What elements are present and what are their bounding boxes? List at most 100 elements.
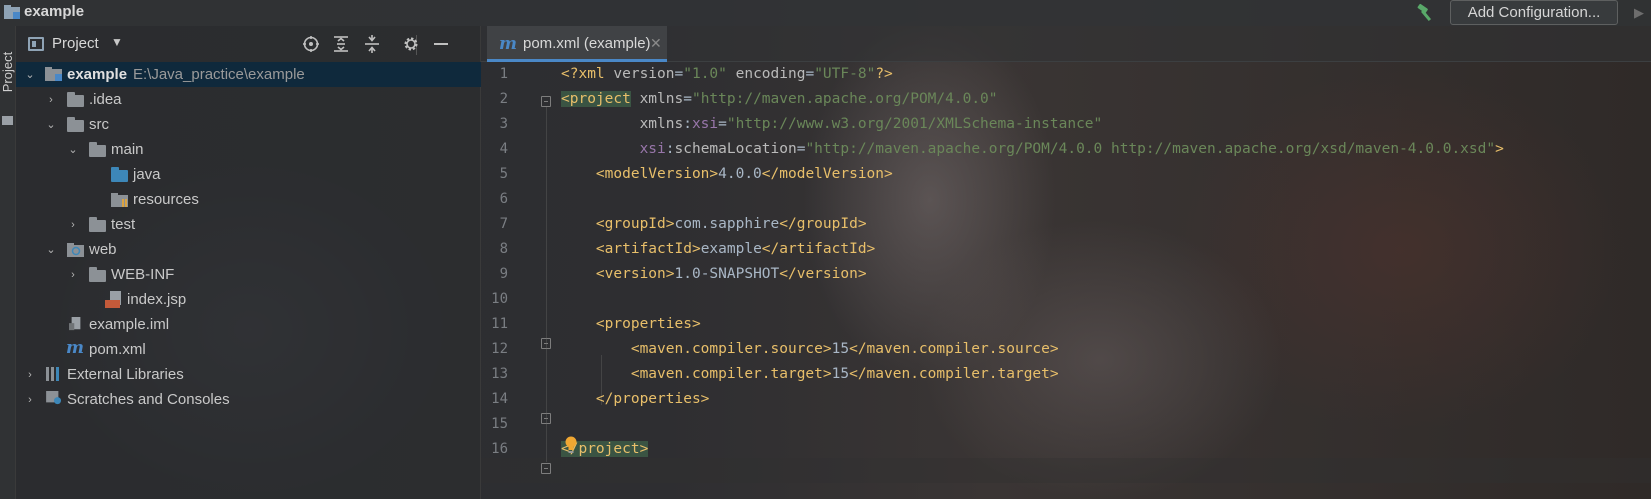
locate-icon[interactable]: [302, 35, 320, 53]
folder-icon: [89, 217, 106, 232]
maven-file-icon: m: [66, 338, 84, 358]
tree-item-label: src: [89, 116, 109, 133]
code-line-12: <maven.compiler.source>15</maven.compile…: [561, 341, 1059, 357]
code-line-5: <modelVersion>4.0.0</modelVersion>: [561, 166, 893, 182]
fold-marker-icon[interactable]: [541, 96, 551, 107]
tree-item-label: example: [67, 66, 128, 83]
intention-bulb-icon[interactable]: [564, 436, 578, 454]
navigation-bar: example Add Configuration... ▶: [0, 0, 1651, 26]
code-line-3: xmlns:xsi="http://www.w3.org/2001/XMLSch…: [561, 116, 1103, 132]
line-number: 2: [499, 91, 508, 107]
structure-icon[interactable]: [2, 116, 13, 125]
tree-item-label: test: [111, 216, 136, 233]
add-configuration-button[interactable]: Add Configuration...: [1450, 0, 1618, 25]
line-number: 5: [499, 166, 508, 182]
tree-item-label: pom.xml: [89, 341, 146, 358]
build-hammer-icon[interactable]: [1416, 3, 1436, 23]
tree-item-label: Scratches and Consoles: [67, 391, 230, 408]
folder-icon: [89, 267, 106, 282]
folder-icon: [89, 142, 106, 157]
line-number: 3: [499, 116, 508, 132]
line-number: 12: [491, 341, 508, 357]
tab-pom-xml[interactable]: m pom.xml (example) ✕: [487, 26, 667, 62]
line-number: 4: [499, 141, 508, 157]
gear-icon[interactable]: [402, 35, 420, 53]
minimize-icon[interactable]: [432, 35, 450, 53]
tree-item-label: .idea: [89, 91, 122, 108]
tree-item-idea[interactable]: › .idea: [16, 87, 481, 112]
line-number: 9: [499, 266, 508, 282]
chevron-right-icon[interactable]: ›: [24, 394, 36, 406]
ide-window: example Add Configuration... ▶ Project P…: [0, 0, 1651, 499]
run-icon[interactable]: ▶: [1634, 5, 1646, 21]
tree-item-src[interactable]: ⌄ src: [16, 112, 481, 137]
tree-item-label: WEB-INF: [111, 266, 175, 283]
source-folder-icon: [111, 167, 128, 182]
code-line-2: <project xmlns="http://maven.apache.org/…: [561, 91, 998, 107]
chevron-down-icon[interactable]: ⌄: [45, 244, 57, 256]
tree-item-pom-xml[interactable]: m pom.xml: [16, 337, 481, 362]
tree-item-example[interactable]: ⌄ example E:\Java_practice\example: [16, 62, 481, 87]
tree-item-test[interactable]: › test: [16, 212, 481, 237]
tree-item-web-inf[interactable]: › WEB-INF: [16, 262, 481, 287]
tree-item-external-libraries[interactable]: › External Libraries: [16, 362, 481, 387]
line-number: 7: [499, 216, 508, 232]
web-folder-icon: [67, 243, 84, 257]
line-number: 8: [499, 241, 508, 257]
code-line-13: <maven.compiler.target>15</maven.compile…: [561, 366, 1059, 382]
chevron-right-icon[interactable]: ›: [24, 369, 36, 381]
tree-item-java[interactable]: java: [16, 162, 481, 187]
project-folder-icon: [4, 5, 20, 19]
tab-label: pom.xml (example): [523, 35, 651, 52]
tree-item-index-jsp[interactable]: index.jsp: [16, 287, 481, 312]
project-panel: Project ▼ ⌄ example E:\Java_practice\exa…: [16, 26, 481, 499]
chevron-down-icon[interactable]: ⌄: [24, 69, 36, 81]
tool-window-stripe: Project: [0, 26, 16, 499]
line-number: 14: [491, 391, 508, 407]
expand-all-icon[interactable]: [332, 35, 350, 53]
close-icon[interactable]: ✕: [650, 35, 662, 52]
chevron-down-icon[interactable]: ⌄: [67, 144, 79, 156]
line-number: 11: [491, 316, 508, 332]
code-line-8: <artifactId>example</artifactId>: [561, 241, 876, 257]
tree-item-example-iml[interactable]: example.iml: [16, 312, 481, 337]
project-tool-button[interactable]: Project: [0, 50, 16, 94]
project-name[interactable]: example: [24, 3, 84, 20]
tree-item-web[interactable]: ⌄ web: [16, 237, 481, 262]
module-path: E:\Java_practice\example: [133, 66, 305, 83]
line-number: 15: [491, 416, 508, 432]
chevron-right-icon[interactable]: ›: [67, 219, 79, 231]
folder-icon: [67, 92, 84, 107]
current-line-highlight: [481, 458, 1651, 483]
code-line-14: </properties>: [561, 391, 710, 407]
jsp-file-icon: [105, 291, 121, 308]
line-number: 1: [499, 66, 508, 82]
code-line-11: <properties>: [561, 316, 701, 332]
tree-item-label: example.iml: [89, 316, 170, 333]
tree-item-scratches[interactable]: › Scratches and Consoles: [16, 387, 481, 412]
tree-item-label: index.jsp: [127, 291, 187, 308]
tree-item-label: java: [133, 166, 161, 183]
chevron-down-icon[interactable]: ▼: [111, 35, 123, 49]
code-line-7: <groupId>com.sapphire</groupId>: [561, 216, 867, 232]
maven-file-icon: m: [499, 34, 517, 54]
fold-marker-icon[interactable]: [541, 463, 551, 474]
scratches-icon: [46, 391, 61, 405]
chevron-right-icon[interactable]: ›: [67, 269, 79, 281]
tree-item-resources[interactable]: resources: [16, 187, 481, 212]
project-panel-header: Project ▼: [16, 26, 481, 62]
line-number: 16: [491, 441, 508, 457]
tree-item-label: External Libraries: [67, 366, 184, 383]
chevron-right-icon[interactable]: ›: [45, 94, 57, 106]
module-folder-icon: [45, 67, 62, 81]
libraries-icon: [46, 367, 59, 381]
line-number: 13: [491, 366, 508, 382]
tree-item-label: resources: [133, 191, 199, 208]
project-view-icon: [28, 37, 44, 51]
line-number: 6: [499, 191, 508, 207]
collapse-all-icon[interactable]: [363, 35, 381, 53]
tree-item-main[interactable]: ⌄ main: [16, 137, 481, 162]
code-line-4: xsi:schemaLocation="http://maven.apache.…: [561, 141, 1504, 157]
project-view-selector[interactable]: Project: [52, 35, 99, 52]
chevron-down-icon[interactable]: ⌄: [45, 119, 57, 131]
